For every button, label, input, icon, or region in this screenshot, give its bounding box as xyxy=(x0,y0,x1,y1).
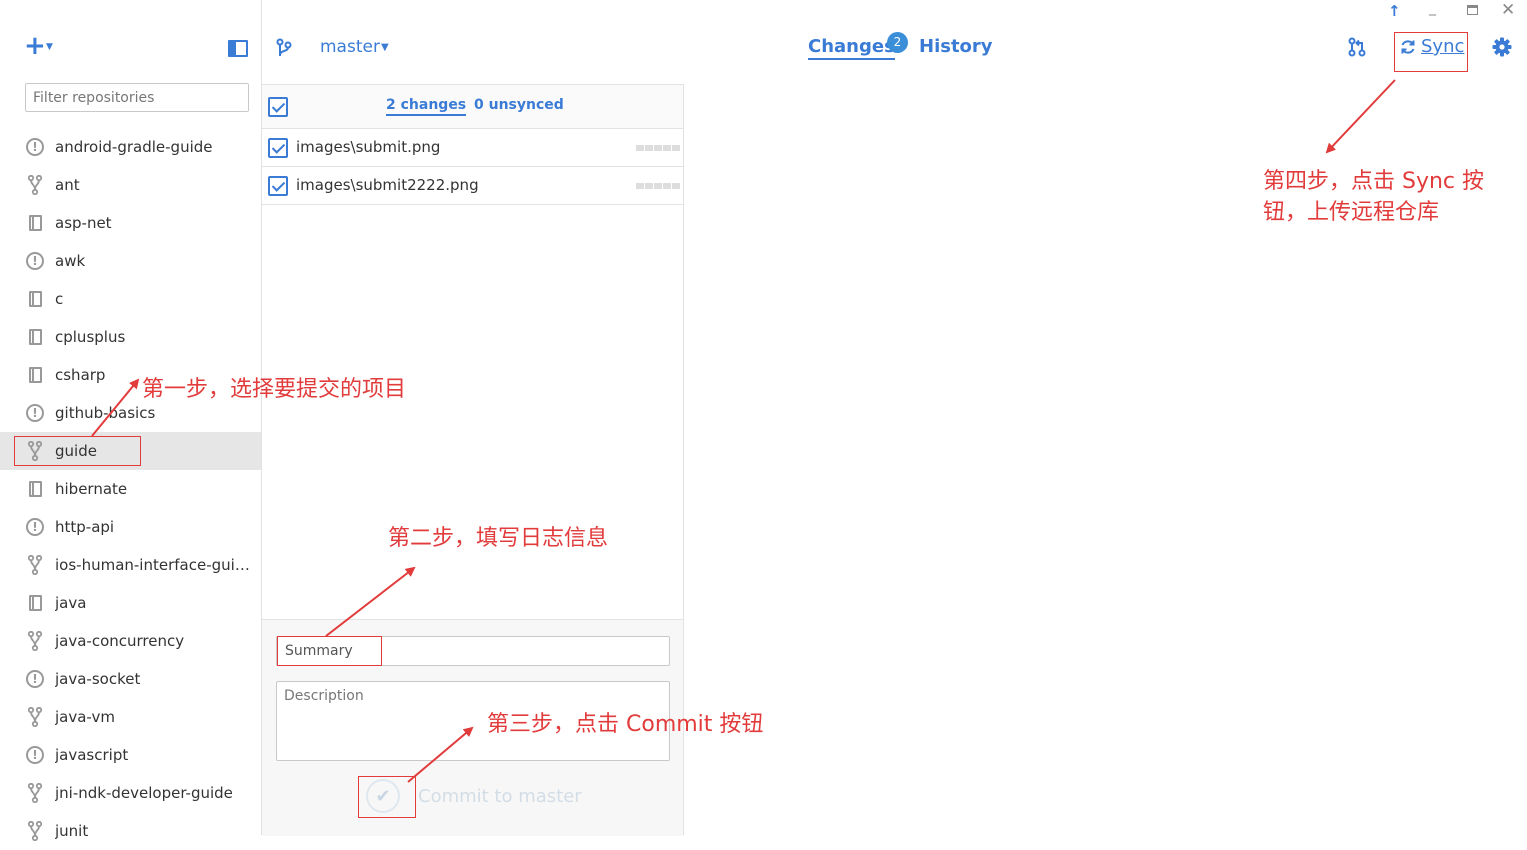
repository-item[interactable]: asp-net xyxy=(0,204,261,242)
changed-file-row[interactable]: images\submit.png xyxy=(262,129,683,167)
repository-name: awk xyxy=(55,252,86,270)
repository-name: cplusplus xyxy=(55,328,126,346)
warning-icon: ! xyxy=(26,137,44,157)
close-icon[interactable]: ✕ xyxy=(1501,0,1515,20)
fork-icon xyxy=(26,783,44,803)
repository-item[interactable]: ! awk xyxy=(0,242,261,280)
warning-icon: ! xyxy=(26,669,44,689)
repository-name: github-basics xyxy=(55,404,156,422)
repository-name: ant xyxy=(55,176,80,194)
changes-count-tab[interactable]: 2 changes xyxy=(386,97,467,116)
annotation-box-summary xyxy=(277,636,382,666)
annotation-step2: 第二步，填写日志信息 xyxy=(388,526,609,551)
repository-name: asp-net xyxy=(55,214,112,232)
repository-item[interactable]: ! javascript xyxy=(0,736,261,774)
caret-down-icon: ▼ xyxy=(46,42,53,52)
commit-label: Commit to master xyxy=(418,785,582,807)
repository-name: java xyxy=(55,594,87,612)
repository-name: javascript xyxy=(55,746,129,764)
fork-icon xyxy=(26,821,44,841)
gear-icon[interactable] xyxy=(1492,37,1512,57)
annotation-step1: 第一步，选择要提交的项目 xyxy=(142,377,407,402)
repository-item[interactable]: java-concurrency xyxy=(0,622,261,660)
repository-item[interactable]: ant xyxy=(0,166,261,204)
maximize-icon[interactable] xyxy=(1467,5,1478,15)
arrow-step4 xyxy=(1325,79,1396,154)
book-icon xyxy=(26,213,44,233)
repository-name: android-gradle-guide xyxy=(55,138,213,156)
branch-icon[interactable] xyxy=(276,38,292,58)
changes-count-badge: 2 xyxy=(887,32,908,53)
filter-repositories-input[interactable] xyxy=(25,83,249,112)
tab-changes[interactable]: Changes xyxy=(808,36,895,60)
repository-sidebar: + ▼ ! android-gradle-guide ant asp-net! awk c… xyxy=(0,0,262,841)
book-icon xyxy=(26,289,44,309)
annotation-box-commit xyxy=(358,776,416,818)
diff-stat-bar xyxy=(636,183,680,189)
repository-item[interactable]: java-vm xyxy=(0,698,261,736)
annotation-step4-line1: 第四步，点击 Sync 按 xyxy=(1263,169,1485,194)
repository-name: java-concurrency xyxy=(55,632,185,650)
annotation-step4-line2: 钮，上传远程仓库 xyxy=(1263,200,1440,225)
warning-icon: ! xyxy=(26,403,44,423)
add-repository-button[interactable]: + ▼ xyxy=(24,31,60,62)
repository-name: http-api xyxy=(55,518,115,536)
file-checkbox[interactable] xyxy=(268,176,288,196)
repository-item[interactable]: c xyxy=(0,280,261,318)
tab-history[interactable]: History xyxy=(919,36,993,57)
repository-item[interactable]: ios-human-interface-guid... xyxy=(0,546,261,584)
repository-item[interactable]: cplusplus xyxy=(0,318,261,356)
warning-icon: ! xyxy=(26,745,44,765)
minimize-icon[interactable]: _ xyxy=(1429,0,1436,16)
book-icon xyxy=(26,479,44,499)
repository-list: ! android-gradle-guide ant asp-net! awk c cplu… xyxy=(0,128,261,850)
warning-icon: ! xyxy=(26,251,44,271)
repository-name: junit xyxy=(55,822,89,840)
caret-down-icon[interactable]: ▼ xyxy=(381,42,389,53)
book-icon xyxy=(26,593,44,613)
repository-name: jni-ndk-developer-guide xyxy=(55,784,233,802)
changed-file-row[interactable]: images\submit2222.png xyxy=(262,167,683,205)
book-icon xyxy=(26,365,44,385)
repository-item[interactable]: hibernate xyxy=(0,470,261,508)
repository-name: c xyxy=(55,290,64,308)
diff-stat-bar xyxy=(636,145,680,151)
fork-icon xyxy=(26,707,44,727)
repository-item[interactable]: junit xyxy=(0,812,261,850)
repository-name: hibernate xyxy=(55,480,128,498)
repository-name: ios-human-interface-guid... xyxy=(55,556,255,574)
pull-request-icon[interactable] xyxy=(1348,37,1366,57)
plus-icon: + xyxy=(24,31,46,61)
select-all-checkbox[interactable] xyxy=(268,97,288,117)
fork-icon xyxy=(26,631,44,651)
unsynced-count-tab[interactable]: 0 unsynced xyxy=(474,97,564,113)
repository-item[interactable]: ! java-socket xyxy=(0,660,261,698)
fork-icon xyxy=(26,175,44,195)
repository-item[interactable]: java xyxy=(0,584,261,622)
file-path: images\submit2222.png xyxy=(296,176,479,194)
repository-item[interactable]: jni-ndk-developer-guide xyxy=(0,774,261,812)
repository-item[interactable]: ! android-gradle-guide xyxy=(0,128,261,166)
repository-name: java-vm xyxy=(55,708,115,726)
repository-name: java-socket xyxy=(55,670,141,688)
file-path: images\submit.png xyxy=(296,138,441,156)
repository-item[interactable]: ! http-api xyxy=(0,508,261,546)
fork-icon xyxy=(26,555,44,575)
arrow-up-icon[interactable]: ↑ xyxy=(1388,2,1401,20)
file-checkbox[interactable] xyxy=(268,138,288,158)
panel-toggle-icon[interactable] xyxy=(228,40,248,57)
changes-header: 2 changes 0 unsynced xyxy=(262,85,683,129)
annotation-box-sync xyxy=(1394,32,1468,72)
book-icon xyxy=(26,327,44,347)
repository-name: csharp xyxy=(55,366,106,384)
annotation-step3: 第三步，点击 Commit 按钮 xyxy=(487,712,764,737)
annotation-box-guide xyxy=(14,436,141,466)
warning-icon: ! xyxy=(26,517,44,537)
branch-selector[interactable]: master xyxy=(320,37,380,57)
